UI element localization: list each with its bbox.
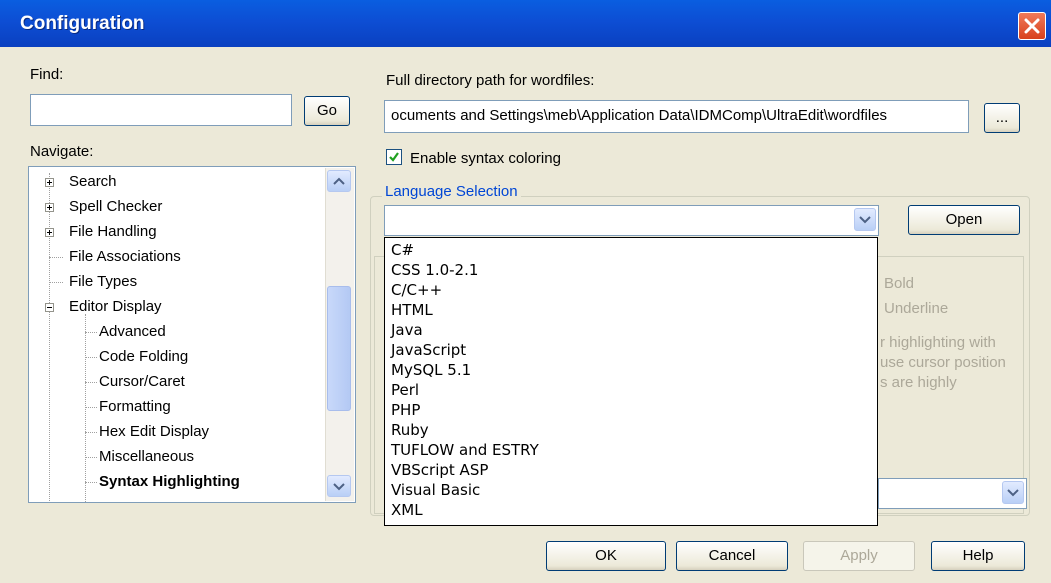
chevron-down-icon xyxy=(1007,489,1019,497)
underline-option-label: Underline xyxy=(884,300,949,317)
language-dropdown-list[interactable]: C# CSS 1.0-2.1 C/C++ HTML Java JavaScrip… xyxy=(384,237,878,526)
go-button[interactable]: Go xyxy=(304,96,350,126)
tree-item-file-handling[interactable]: File Handling xyxy=(69,223,157,240)
bold-option-label: Bold xyxy=(884,275,915,292)
language-option[interactable]: PHP xyxy=(391,401,420,419)
language-option[interactable]: VBScript ASP xyxy=(391,461,488,479)
language-option[interactable]: JavaScript xyxy=(391,341,466,359)
tree-item-editor-display[interactable]: Editor Display xyxy=(69,298,162,315)
wordfiles-label: Full directory path for wordfiles: xyxy=(386,72,595,89)
help-text-line-3: s are highly xyxy=(880,374,957,391)
tree-item-spell-checker[interactable]: Spell Checker xyxy=(69,198,162,215)
language-option[interactable]: HTML xyxy=(391,301,433,319)
apply-button[interactable]: Apply xyxy=(803,541,915,571)
language-combo[interactable] xyxy=(384,205,879,236)
window-title: Configuration xyxy=(20,13,145,34)
combo-dropdown-button[interactable] xyxy=(1002,481,1024,504)
tree-item-search[interactable]: Search xyxy=(69,173,117,190)
open-button[interactable]: Open xyxy=(908,205,1020,235)
chevron-up-icon xyxy=(333,177,345,185)
language-option[interactable]: MySQL 5.1 xyxy=(391,361,471,379)
language-selection-title: Language Selection xyxy=(382,183,521,200)
language-option[interactable]: C/C++ xyxy=(391,281,442,299)
cancel-button[interactable]: Cancel xyxy=(676,541,788,571)
tree-item-code-folding[interactable]: Code Folding xyxy=(99,348,188,365)
checkmark-icon xyxy=(389,152,399,162)
language-option[interactable]: TUFLOW and ESTRY xyxy=(391,441,539,459)
ok-button[interactable]: OK xyxy=(546,541,666,571)
scroll-up-button[interactable] xyxy=(327,170,351,192)
expand-icon[interactable] xyxy=(45,203,54,212)
tree-item-syntax-highlighting[interactable]: Syntax Highlighting xyxy=(97,473,242,490)
close-icon xyxy=(1024,18,1040,34)
language-option[interactable]: CSS 1.0-2.1 xyxy=(391,261,478,279)
expand-icon[interactable] xyxy=(45,228,54,237)
help-text-line-2: use cursor position xyxy=(880,354,1006,371)
scroll-thumb[interactable] xyxy=(327,286,351,411)
enable-syntax-label: Enable syntax coloring xyxy=(410,150,561,167)
find-input[interactable] xyxy=(30,94,292,126)
help-button[interactable]: Help xyxy=(931,541,1025,571)
help-text-line-1: r highlighting with xyxy=(880,334,996,351)
tree-scrollbar[interactable] xyxy=(325,168,354,501)
language-option[interactable]: Perl xyxy=(391,381,419,399)
secondary-combo[interactable] xyxy=(878,478,1027,509)
language-option[interactable]: Ruby xyxy=(391,421,429,439)
find-label: Find: xyxy=(30,66,64,83)
title-bar[interactable] xyxy=(0,0,1051,47)
wordfiles-path-input[interactable]: ocuments and Settings\meb\Application Da… xyxy=(384,100,969,133)
tree-item-file-types[interactable]: File Types xyxy=(69,273,137,290)
tree-item-hex-edit-display[interactable]: Hex Edit Display xyxy=(99,423,209,440)
tree-item-cursor-caret[interactable]: Cursor/Caret xyxy=(99,373,185,390)
combo-dropdown-button[interactable] xyxy=(854,208,876,231)
tree-item-file-associations[interactable]: File Associations xyxy=(69,248,181,265)
close-button[interactable] xyxy=(1018,12,1046,40)
chevron-down-icon xyxy=(859,216,871,224)
expand-icon[interactable] xyxy=(45,178,54,187)
collapse-icon[interactable] xyxy=(45,303,54,312)
chevron-down-icon xyxy=(333,483,345,491)
navigation-tree[interactable]: Search Spell Checker File Handling File … xyxy=(28,166,356,503)
navigate-label: Navigate: xyxy=(30,143,94,160)
language-option[interactable]: Java xyxy=(391,321,423,339)
browse-button[interactable]: ... xyxy=(984,103,1020,133)
tree-item-miscellaneous[interactable]: Miscellaneous xyxy=(99,448,194,465)
tree-item-advanced[interactable]: Advanced xyxy=(99,323,166,340)
tree-item-formatting[interactable]: Formatting xyxy=(99,398,171,415)
language-option[interactable]: C# xyxy=(391,241,414,259)
enable-syntax-checkbox[interactable] xyxy=(386,149,402,165)
scroll-down-button[interactable] xyxy=(327,475,351,497)
language-option[interactable]: Visual Basic xyxy=(391,481,480,499)
language-option[interactable]: XML xyxy=(391,501,423,519)
